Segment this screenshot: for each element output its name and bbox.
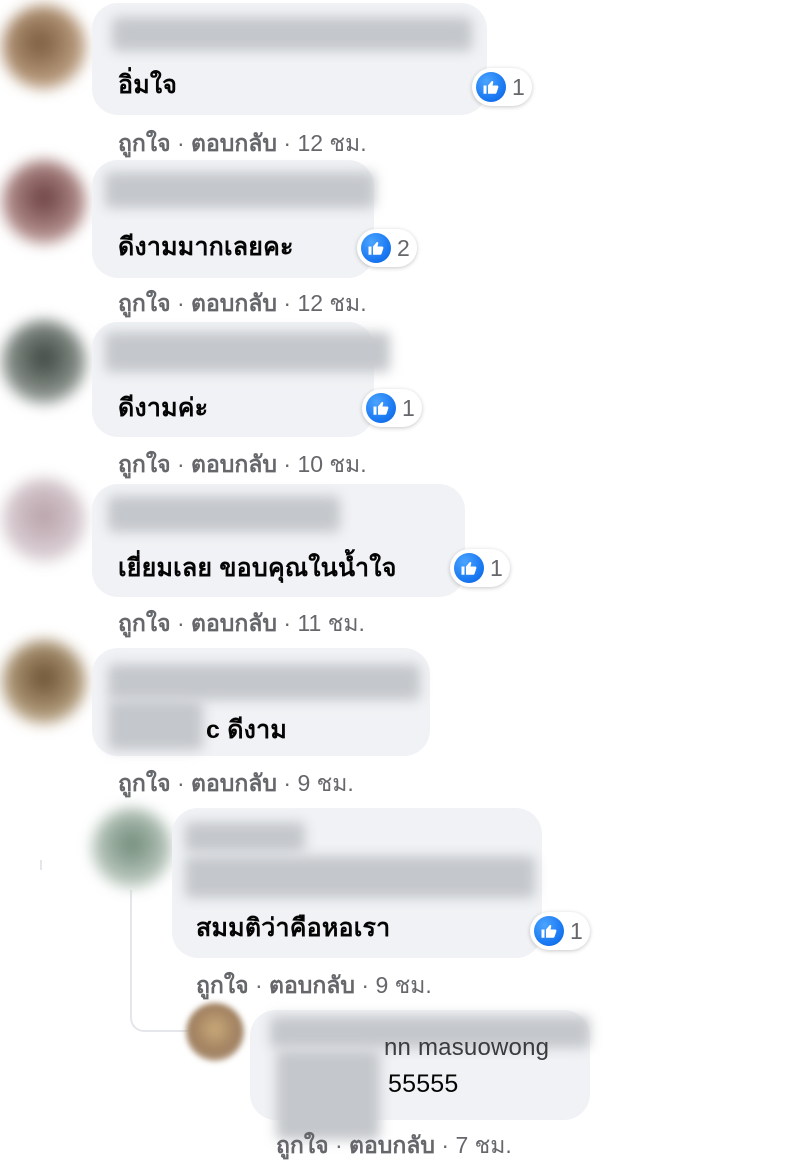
reply-link[interactable]: ตอบกลับ bbox=[191, 130, 277, 156]
timestamp[interactable]: 12 ชม. bbox=[297, 290, 366, 316]
reaction-count[interactable]: 1 bbox=[472, 68, 532, 106]
comment-text: อิ่มใจ bbox=[118, 71, 178, 99]
comment-text-redacted bbox=[185, 856, 535, 898]
avatar[interactable] bbox=[186, 1003, 244, 1061]
like-link[interactable]: ถูกใจ bbox=[196, 972, 249, 998]
timestamp[interactable]: 11 ชม. bbox=[297, 610, 364, 636]
author-name-redacted bbox=[108, 664, 420, 700]
author-name-redacted bbox=[112, 17, 472, 51]
like-link[interactable]: ถูกใจ bbox=[118, 770, 171, 796]
reply-actions: ถูกใจ · ตอบกลับ · 7 ชม. bbox=[276, 1132, 512, 1158]
comment-text: ดีงามค่ะ bbox=[118, 394, 209, 422]
like-link[interactable]: ถูกใจ bbox=[118, 451, 171, 477]
comment-actions: ถูกใจ · ตอบกลับ · 9 ชม. bbox=[196, 972, 432, 998]
comment-actions: ถูกใจ · ตอบกลับ · 9 ชม. bbox=[118, 770, 354, 796]
timestamp[interactable]: 7 ชม. bbox=[455, 1132, 511, 1158]
avatar[interactable] bbox=[2, 5, 86, 89]
author-name-redacted bbox=[185, 822, 305, 852]
reply-link[interactable]: ตอบกลับ bbox=[191, 451, 277, 477]
timestamp[interactable]: 9 ชม. bbox=[375, 972, 431, 998]
comment-text: c ดีงาม bbox=[206, 716, 288, 744]
reply-link[interactable]: ตอบกลับ bbox=[191, 290, 277, 316]
avatar[interactable] bbox=[92, 808, 172, 888]
reply-link[interactable]: ตอบกลับ bbox=[191, 610, 277, 636]
reply-text-redacted bbox=[276, 1050, 380, 1140]
like-link[interactable]: ถูกใจ bbox=[118, 290, 171, 316]
like-link[interactable]: ถูกใจ bbox=[118, 130, 171, 156]
like-thumb-icon bbox=[366, 393, 396, 423]
avatar[interactable] bbox=[2, 160, 86, 244]
reaction-count[interactable]: 2 bbox=[357, 229, 417, 267]
comment-text-redacted bbox=[108, 700, 203, 750]
like-thumb-icon bbox=[534, 916, 564, 946]
author-name-redacted bbox=[105, 172, 375, 208]
like-thumb-icon bbox=[476, 72, 506, 102]
reply-link[interactable]: ตอบกลับ bbox=[349, 1132, 435, 1158]
thread-line bbox=[40, 860, 42, 870]
author-name-redacted bbox=[108, 496, 340, 532]
comment-text: ดีงามมากเลยคะ bbox=[118, 233, 294, 261]
like-link[interactable]: ถูกใจ bbox=[276, 1132, 329, 1158]
avatar[interactable] bbox=[2, 320, 86, 404]
timestamp[interactable]: 10 ชม. bbox=[297, 451, 366, 477]
timestamp[interactable]: 9 ชม. bbox=[297, 770, 353, 796]
reply-link[interactable]: ตอบกลับ bbox=[191, 770, 277, 796]
comment-actions: ถูกใจ · ตอบกลับ · 12 ชม. bbox=[118, 290, 367, 316]
author-name-redacted bbox=[105, 332, 390, 372]
comment-actions: ถูกใจ · ตอบกลับ · 11 ชม. bbox=[118, 610, 365, 636]
comment-actions: ถูกใจ · ตอบกลับ · 12 ชม. bbox=[118, 130, 367, 156]
comment-text: เยี่ยมเลย ขอบคุณในน้ำใจ bbox=[118, 554, 397, 582]
avatar[interactable] bbox=[2, 640, 86, 724]
timestamp[interactable]: 12 ชม. bbox=[297, 130, 366, 156]
comment-text: สมมติว่าคือหอเรา bbox=[196, 914, 391, 942]
reaction-count[interactable]: 1 bbox=[530, 912, 590, 950]
reaction-count[interactable]: 1 bbox=[450, 549, 510, 587]
avatar[interactable] bbox=[2, 478, 86, 562]
like-thumb-icon bbox=[454, 553, 484, 583]
reaction-count[interactable]: 1 bbox=[362, 389, 422, 427]
reply-link[interactable]: ตอบกลับ bbox=[269, 972, 355, 998]
comment-actions: ถูกใจ · ตอบกลับ · 10 ชม. bbox=[118, 451, 367, 477]
like-thumb-icon bbox=[361, 233, 391, 263]
reply-author-fragment: nn masuowong bbox=[384, 1034, 550, 1061]
reply-text: 55555 bbox=[388, 1070, 459, 1098]
like-link[interactable]: ถูกใจ bbox=[118, 610, 171, 636]
